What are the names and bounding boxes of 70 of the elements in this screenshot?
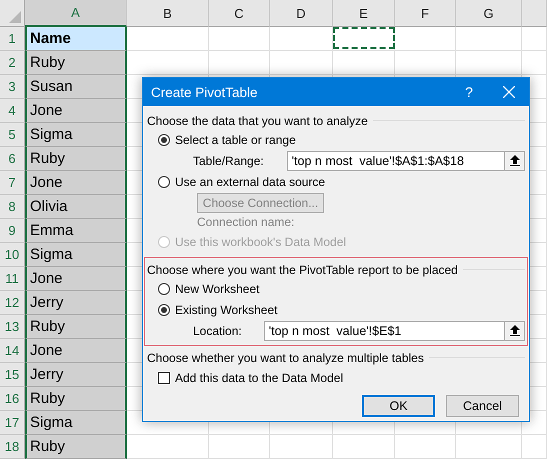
column-header[interactable]: D <box>270 0 333 27</box>
column-header[interactable]: C <box>209 0 270 27</box>
row-header[interactable]: 18 <box>0 435 25 459</box>
table-cell: Susan <box>25 75 127 99</box>
column-header[interactable]: G <box>456 0 522 27</box>
range-field[interactable]: 'top n most value'!$A$1:$A$18 <box>286 150 505 170</box>
table-cell: Name <box>25 27 127 51</box>
row-header[interactable]: 13 <box>0 315 25 339</box>
table-cell: Jerry <box>25 291 127 315</box>
table-cell: Sigma <box>25 123 127 147</box>
table-cell: Ruby <box>25 315 127 339</box>
radio-button[interactable] <box>158 134 170 146</box>
row-header[interactable]: 10 <box>0 243 25 267</box>
section-heading: Choose where you want the PivotTable report to be placed <box>147 262 458 276</box>
dialog-button[interactable]: Cancel <box>446 395 519 417</box>
dialog-button[interactable]: OK <box>362 395 435 417</box>
table-cell: Jone <box>25 99 127 123</box>
row-header[interactable]: 8 <box>0 195 25 219</box>
row-header[interactable]: 5 <box>0 123 25 147</box>
arrow-up-icon <box>510 325 520 336</box>
radio-label[interactable]: Use an external data source <box>175 174 326 188</box>
row-header[interactable]: 14 <box>0 339 25 363</box>
help-button[interactable]: ? <box>449 84 489 100</box>
field-label: Table/Range: <box>192 154 265 168</box>
column-header[interactable]: A <box>25 0 127 27</box>
table-cell: Ruby <box>25 387 127 411</box>
collapse-button[interactable] <box>505 320 525 340</box>
column-header[interactable]: B <box>127 0 209 27</box>
row-header[interactable]: 16 <box>0 387 25 411</box>
table-cell: Ruby <box>25 435 127 459</box>
radio-label[interactable]: Existing Worksheet <box>175 302 278 316</box>
table-cell: Sigma <box>25 243 127 267</box>
row-header[interactable]: 9 <box>0 219 25 243</box>
row-header[interactable]: 17 <box>0 411 25 435</box>
connection-name-label: Connection name: <box>197 215 294 229</box>
row-header[interactable]: 15 <box>0 363 25 387</box>
row-header[interactable]: 1 <box>0 27 25 51</box>
location-field[interactable]: 'top n most value'!$E$1 <box>264 320 505 340</box>
table-cell: Jerry <box>25 363 127 387</box>
collapse-button[interactable] <box>505 150 525 170</box>
window-title: Create PivotTable <box>151 84 259 100</box>
row-header[interactable]: 3 <box>0 75 25 99</box>
table-cell: Ruby <box>25 147 127 171</box>
row-header[interactable]: 2 <box>0 51 25 75</box>
radio-button[interactable] <box>158 282 170 294</box>
table-cell: Sigma <box>25 411 127 435</box>
field-label: Location: <box>192 324 243 338</box>
radio-label[interactable]: New Worksheet <box>175 282 260 296</box>
row-header[interactable]: 11 <box>0 267 25 291</box>
table-cell: Olivia <box>25 195 127 219</box>
radio-button[interactable] <box>158 176 170 188</box>
table-cell: Emma <box>25 219 127 243</box>
table-cell: Ruby <box>25 51 127 75</box>
column-header[interactable]: E <box>333 0 395 27</box>
table-cell: Jone <box>25 267 127 291</box>
row-header[interactable]: 7 <box>0 171 25 195</box>
close-icon[interactable] <box>503 86 515 98</box>
section-heading: Choose the data that you want to analyze <box>147 114 368 128</box>
table-cell: Jone <box>25 339 127 363</box>
arrow-up-icon <box>510 155 520 166</box>
checkbox[interactable] <box>158 372 170 384</box>
column-header[interactable]: F <box>395 0 456 27</box>
radio-label[interactable]: Select a table or range <box>175 132 296 146</box>
checkbox-label[interactable]: Add this data to the Data Model <box>175 371 344 385</box>
radio-button[interactable] <box>158 304 170 316</box>
row-header[interactable]: 12 <box>0 291 25 315</box>
row-header[interactable]: 6 <box>0 147 25 171</box>
row-header[interactable]: 4 <box>0 99 25 123</box>
table-cell: Jone <box>25 171 127 195</box>
section-heading: Choose whether you want to analyze multiple tables <box>147 350 424 364</box>
